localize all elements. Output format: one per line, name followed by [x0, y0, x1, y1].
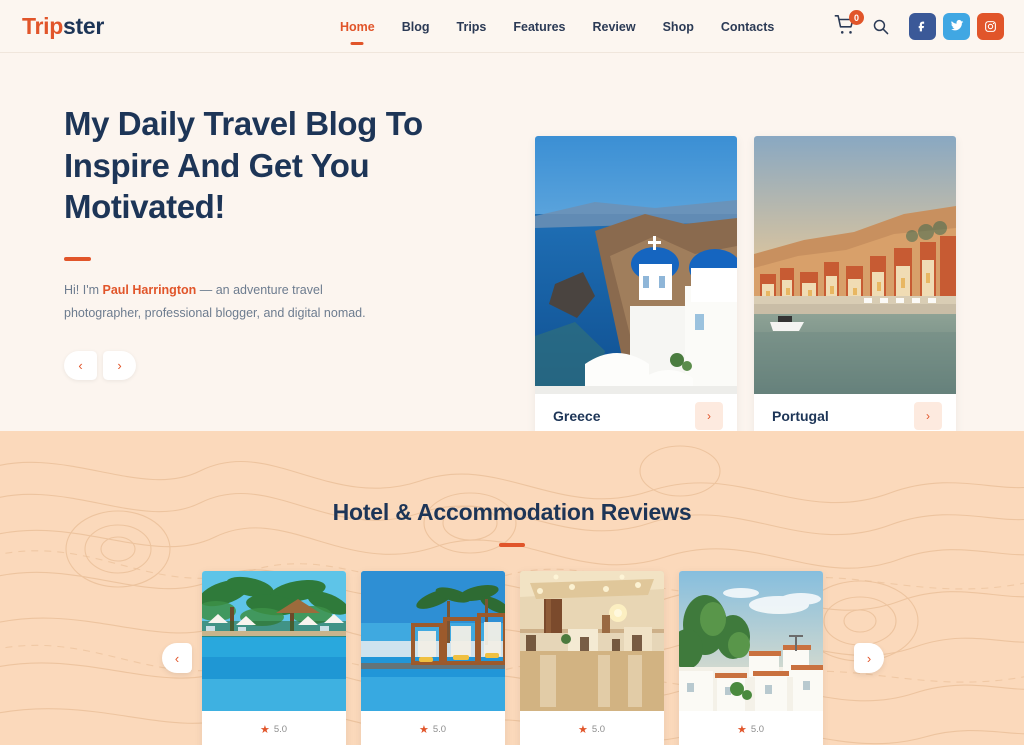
hero-section: My Daily Travel Blog To Inspire And Get … [0, 53, 1024, 438]
nav-item-trips[interactable]: Trips [457, 16, 487, 38]
hotel-rating-value: 5.0 [750, 724, 765, 735]
mediterranean-village-photo [678, 571, 823, 711]
facebook-button[interactable] [909, 12, 936, 40]
nav-item-shop[interactable]: Shop [663, 16, 694, 38]
title-accent-rule [64, 256, 91, 261]
shopping-cart-button[interactable]: 0 [834, 10, 864, 38]
hotel-card-body: ★5.0Passeig de Gràcia Hotel, [679, 711, 823, 745]
cart-count-badge: 0 [849, 10, 864, 25]
reviews-next-button[interactable]: › [854, 643, 884, 673]
section-title: Hotel & Accommodation Reviews [332, 499, 692, 525]
hotel-rating: ★ 5.0 [210, 723, 338, 736]
hotel-rating: ★ 5.0 [687, 723, 815, 736]
hotel-rating-value: 5.0 [432, 724, 447, 735]
hotel-review-card[interactable]: ★5.0Ashdown Park Hotel, [519, 571, 664, 745]
hero-subtitle-pre: Hi! I'm [64, 282, 103, 297]
twitter-icon [950, 19, 964, 33]
page-title: My Daily Travel Blog To Inspire And Get … [64, 105, 423, 226]
destination-name: Greece [553, 408, 601, 424]
nav-item-home[interactable]: Home [340, 16, 375, 38]
hotel-rating-value: 5.0 [591, 724, 606, 735]
facebook-icon [916, 20, 929, 33]
logo-text-primary: Trip [22, 12, 63, 39]
search-button[interactable] [872, 18, 889, 35]
search-icon [873, 19, 889, 34]
nav-item-contacts[interactable]: Contacts [721, 16, 774, 38]
star-icon: ★ [418, 724, 429, 736]
site-logo[interactable]: Tripster [22, 13, 104, 40]
site-header: Tripster Home Blog Trips Features Review Shop… [0, 0, 1024, 53]
twitter-button[interactable] [943, 12, 970, 40]
hotel-card-body: ★5.0Windemere Hotel, [202, 711, 346, 745]
hotel-review-card[interactable]: ★5.0Windemere Hotel, [201, 571, 346, 745]
logo-text-secondary: ster [62, 12, 104, 39]
hotel-rating: ★ 5.0 [369, 723, 497, 736]
hotel-card-body: ★5.0Ashdown Park Hotel, [520, 711, 664, 745]
hero-prev-button[interactable]: ‹ [64, 350, 97, 380]
reviews-content: Hotel & Accommodation Reviews ★5.0Windem… [0, 431, 1024, 745]
star-icon: ★ [577, 724, 588, 736]
hotel-card-body: ★5.0Dana Langkawi Hotel, [361, 711, 505, 745]
tropical-pool-resort-photo [201, 571, 346, 711]
section-accent-rule [499, 543, 525, 547]
hotel-review-card[interactable]: ★5.0Passeig de Gràcia Hotel, [678, 571, 823, 745]
hotel-reviews-section: Hotel & Accommodation Reviews ★5.0Windem… [0, 431, 1024, 745]
author-name: Paul Harrington [102, 282, 197, 297]
instagram-icon [984, 20, 997, 33]
beach-cabana-pool-photo [360, 571, 505, 711]
hotel-rating-value: 5.0 [273, 724, 288, 735]
hero-subtitle: Hi! I'm Paul Harrington — an adventure t… [64, 279, 394, 325]
destination-card-portugal[interactable]: Portugal › [754, 136, 956, 438]
destination-name: Portugal [772, 408, 829, 424]
destination-go-button[interactable]: › [695, 402, 723, 430]
instagram-button[interactable] [977, 12, 1004, 40]
nav-item-review[interactable]: Review [593, 16, 636, 38]
nav-item-blog[interactable]: Blog [402, 16, 430, 38]
hotel-rating: ★ 5.0 [528, 723, 656, 736]
main-navigation: Home Blog Trips Features Review Shop Contacts [340, 0, 774, 53]
nav-item-features[interactable]: Features [513, 16, 565, 38]
hero-carousel-controls: ‹ › [64, 350, 494, 380]
social-links [909, 12, 1004, 40]
santorini-greece-photo [535, 136, 737, 394]
reviews-prev-button[interactable]: ‹ [162, 643, 192, 673]
porto-portugal-photo [754, 136, 956, 394]
header-actions: 0 [834, 10, 1004, 40]
destination-card-greece[interactable]: Greece › [535, 136, 737, 438]
star-icon: ★ [259, 724, 270, 736]
hotel-review-card[interactable]: ★5.0Dana Langkawi Hotel, [360, 571, 505, 745]
destination-go-button[interactable]: › [914, 402, 942, 430]
hotel-lobby-interior-photo [519, 571, 664, 711]
hero-next-button[interactable]: › [103, 350, 136, 380]
hero-content: My Daily Travel Blog To Inspire And Get … [64, 103, 494, 380]
destination-cards: Greece › Portugal › [535, 136, 956, 438]
star-icon: ★ [736, 724, 747, 736]
